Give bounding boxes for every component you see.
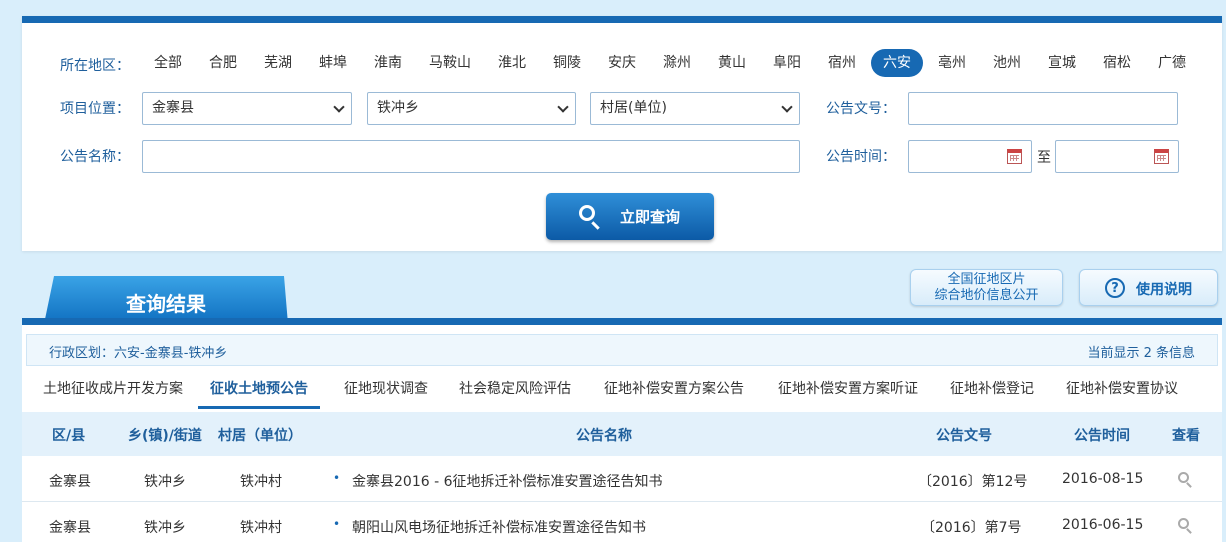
cell-town: 铁冲乡 xyxy=(144,474,186,490)
region-item-chizhou[interactable]: 池州 xyxy=(981,49,1033,77)
tab-compensation-registration[interactable]: 征地补偿登记 xyxy=(942,369,1042,409)
cell-county: 金寨县 xyxy=(49,474,91,490)
region-item-maanshan[interactable]: 马鞍山 xyxy=(417,49,483,77)
col-date: 公告时间 xyxy=(1074,428,1130,444)
search-button[interactable]: 立即查询 xyxy=(546,193,714,240)
search-icon xyxy=(579,205,595,221)
chevron-down-icon xyxy=(557,101,569,113)
notice-name-input[interactable] xyxy=(142,140,800,173)
region-item-anqing[interactable]: 安庆 xyxy=(596,49,648,77)
tab-risk-assessment[interactable]: 社会稳定风险评估 xyxy=(450,369,580,409)
cell-doc-no: 〔2016〕第12号 xyxy=(918,474,1028,490)
village-select-value: 村居(单位) xyxy=(600,100,667,116)
land-price-info-line2: 综合地价信息公开 xyxy=(934,288,1039,303)
results-panel: 行政区划：六安-金寨县-铁冲乡 当前显示 2 条信息 土地征收成片开发方案 征收… xyxy=(22,318,1222,542)
view-magnifier-icon[interactable] xyxy=(1178,518,1189,529)
col-village: 村居（单位） xyxy=(218,428,302,444)
land-price-info-line1: 全国征地区片 xyxy=(947,272,1026,287)
tab-land-development-plan[interactable]: 土地征收成片开发方案 xyxy=(38,369,188,409)
help-button[interactable]: ? 使用说明 xyxy=(1079,269,1218,306)
chevron-down-icon xyxy=(333,101,345,113)
calendar-icon[interactable] xyxy=(1007,149,1022,164)
town-select[interactable]: 铁冲乡 xyxy=(367,92,576,125)
results-title-tab: 查询结果 xyxy=(44,276,288,324)
region-item-xuancheng[interactable]: 宣城 xyxy=(1036,49,1088,77)
info-bar: 行政区划：六安-金寨县-铁冲乡 当前显示 2 条信息 xyxy=(26,334,1218,366)
tab-compensation-plan-notice[interactable]: 征地补偿安置方案公告 xyxy=(596,369,752,409)
doc-no-input[interactable] xyxy=(908,92,1178,125)
region-filter-row: 所在地区： 全部 合肥 芜湖 蚌埠 淮南 马鞍山 淮北 铜陵 安庆 滁州 黄山 … xyxy=(22,49,1222,79)
result-count: 当前显示 2 条信息 xyxy=(1087,346,1195,361)
tab-pre-notice[interactable]: 征收土地预公告 xyxy=(198,369,320,409)
chevron-down-icon xyxy=(781,101,793,113)
date-to-input[interactable] xyxy=(1055,140,1179,173)
col-doc-no: 公告文号 xyxy=(936,428,992,444)
col-title: 公告名称 xyxy=(576,428,632,444)
region-path: 行政区划：六安-金寨县-铁冲乡 xyxy=(49,346,228,361)
search-button-label: 立即查询 xyxy=(620,208,681,226)
region-item-susong[interactable]: 宿松 xyxy=(1091,49,1143,77)
tab-compensation-plan-hearing[interactable]: 征地补偿安置方案听证 xyxy=(770,369,926,409)
bullet-icon: • xyxy=(333,517,341,531)
location-label: 项目位置： xyxy=(60,101,130,117)
results-title: 查询结果 xyxy=(126,292,206,316)
town-select-value: 铁冲乡 xyxy=(377,100,419,116)
table-header: 区/县 乡(镇)/街道 村居（单位） 公告名称 公告文号 公告时间 查看 xyxy=(22,412,1222,456)
bullet-icon: • xyxy=(333,471,341,485)
county-select-value: 金寨县 xyxy=(152,100,194,116)
cell-county: 金寨县 xyxy=(49,520,91,536)
tab-status-survey[interactable]: 征地现状调查 xyxy=(336,369,436,409)
help-button-label: 使用说明 xyxy=(1136,282,1192,298)
calendar-icon[interactable] xyxy=(1154,149,1169,164)
region-item-all[interactable]: 全部 xyxy=(142,49,194,77)
village-select[interactable]: 村居(单位) xyxy=(590,92,800,125)
col-town: 乡(镇)/街道 xyxy=(128,428,202,444)
cell-town: 铁冲乡 xyxy=(144,520,186,536)
name-label: 公告名称： xyxy=(60,149,130,165)
cell-date: 2016-06-15 xyxy=(1062,517,1144,533)
page: 所在地区： 全部 合肥 芜湖 蚌埠 淮南 马鞍山 淮北 铜陵 安庆 滁州 黄山 … xyxy=(0,0,1226,542)
col-county: 区/县 xyxy=(52,428,86,444)
region-item-chuzhou[interactable]: 滁州 xyxy=(651,49,703,77)
doc-no-label: 公告文号： xyxy=(826,101,896,117)
region-item-guangde[interactable]: 广德 xyxy=(1146,49,1198,77)
region-item-huaibei[interactable]: 淮北 xyxy=(486,49,538,77)
region-item-suzhou[interactable]: 宿州 xyxy=(816,49,868,77)
tab-compensation-agreement[interactable]: 征地补偿安置协议 xyxy=(1058,369,1186,409)
cell-title-link[interactable]: 朝阳山风电场征地拆迁补偿标准安置途径告知书 xyxy=(352,517,646,537)
cell-doc-no: 〔2016〕第7号 xyxy=(921,520,1022,536)
region-item-bozhou[interactable]: 亳州 xyxy=(926,49,978,77)
cell-village: 铁冲村 xyxy=(240,474,282,490)
time-label: 公告时间： xyxy=(826,149,896,165)
date-from-input[interactable] xyxy=(908,140,1032,173)
search-panel: 所在地区： 全部 合肥 芜湖 蚌埠 淮南 马鞍山 淮北 铜陵 安庆 滁州 黄山 … xyxy=(22,16,1222,251)
table-row: 金寨县 铁冲乡 铁冲村 • 朝阳山风电场征地拆迁补偿标准安置途径告知书 〔201… xyxy=(22,502,1222,542)
region-label: 所在地区： xyxy=(60,58,130,74)
cell-village: 铁冲村 xyxy=(240,520,282,536)
land-price-info-button[interactable]: 全国征地区片 综合地价信息公开 xyxy=(910,269,1063,306)
view-magnifier-icon[interactable] xyxy=(1178,472,1189,483)
category-tabs: 土地征收成片开发方案 征收土地预公告 征地现状调查 社会稳定风险评估 征地补偿安… xyxy=(22,369,1222,411)
region-item-fuyang[interactable]: 阜阳 xyxy=(761,49,813,77)
region-item-bengbu[interactable]: 蚌埠 xyxy=(307,49,359,77)
region-item-wuhu[interactable]: 芜湖 xyxy=(252,49,304,77)
col-view: 查看 xyxy=(1172,428,1200,444)
question-icon: ? xyxy=(1105,278,1125,298)
region-item-hefei[interactable]: 合肥 xyxy=(197,49,249,77)
cell-date: 2016-08-15 xyxy=(1062,471,1144,487)
region-item-luan[interactable]: 六安 xyxy=(871,49,923,77)
region-item-huainan[interactable]: 淮南 xyxy=(362,49,414,77)
cell-title-link[interactable]: 金寨县2016 - 6征地拆迁补偿标准安置途径告知书 xyxy=(352,471,663,491)
region-item-tongling[interactable]: 铜陵 xyxy=(541,49,593,77)
county-select[interactable]: 金寨县 xyxy=(142,92,352,125)
table-row: 金寨县 铁冲乡 铁冲村 • 金寨县2016 - 6征地拆迁补偿标准安置途径告知书… xyxy=(22,456,1222,502)
region-item-huangshan[interactable]: 黄山 xyxy=(706,49,758,77)
to-label: 至 xyxy=(1037,150,1051,166)
